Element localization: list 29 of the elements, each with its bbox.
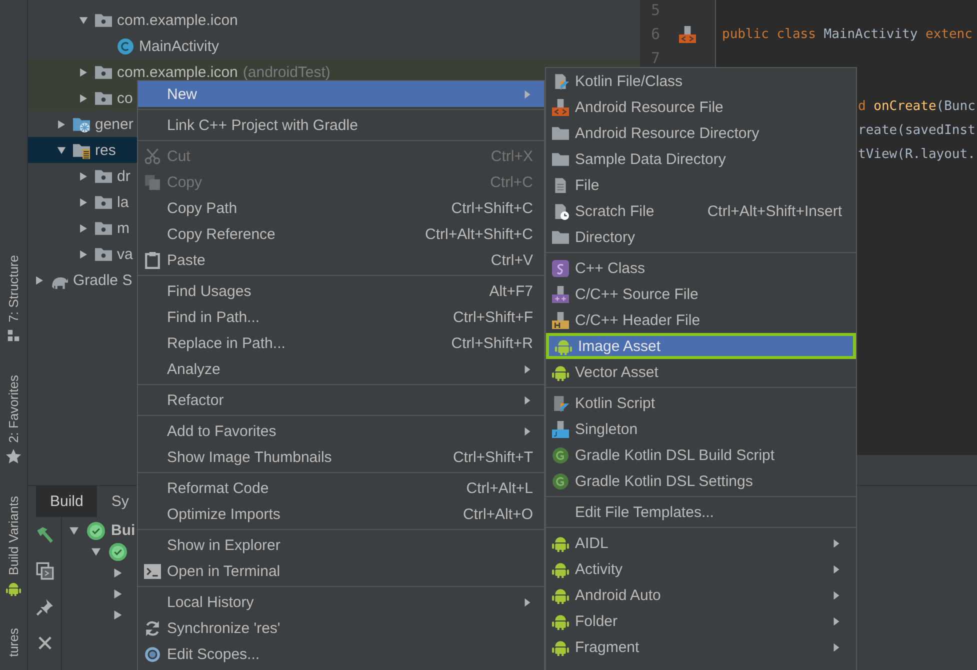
shortcut-label: Ctrl+Alt+O	[462, 506, 533, 522]
tree-item-label: MainActivity	[139, 38, 220, 54]
shortcut-label: Ctrl+Shift+R	[451, 334, 533, 352]
code-line: tView(R.layout.	[858, 146, 976, 162]
tree-item-label: va	[117, 246, 133, 262]
shortcut-label: Ctrl+Alt+Shift+Insert	[707, 202, 842, 220]
code-line: public class MainActivity extenc	[722, 26, 972, 42]
source-set-note: (androidTest)	[242, 64, 330, 80]
shortcut-label: Ctrl+Shift+T	[452, 448, 533, 466]
shortcut-label: Ctrl+V	[490, 252, 533, 268]
tree-item-label: la	[117, 194, 129, 210]
tree-item-label: gener	[95, 116, 134, 132]
code-line: reate(savedInst	[858, 122, 976, 138]
shortcut-label: Alt+F7	[489, 282, 533, 300]
tree-item-label: dr	[117, 168, 130, 184]
tree-item-label: Gradle S	[73, 272, 132, 288]
tree-item-label: com.example.icon	[117, 64, 238, 80]
shortcut-label: Ctrl+Alt+Shift+C	[425, 226, 533, 242]
shortcut-label: Ctrl+Shift+C	[451, 200, 533, 216]
build-item-label: Bui	[111, 522, 136, 539]
tree-item-label: res	[95, 142, 116, 158]
shortcut-label: Ctrl+C	[490, 174, 533, 190]
tree-item-label: co	[117, 90, 133, 106]
tree-item-label: com.example.icon	[117, 12, 238, 28]
shortcut-label: Ctrl+X	[490, 148, 533, 164]
shortcut-label: Ctrl+Shift+F	[452, 308, 533, 326]
code-line: d onCreate(Bunc	[858, 98, 976, 114]
shortcut-label: Ctrl+Alt+L	[466, 480, 533, 496]
tree-item-label: m	[117, 220, 130, 236]
